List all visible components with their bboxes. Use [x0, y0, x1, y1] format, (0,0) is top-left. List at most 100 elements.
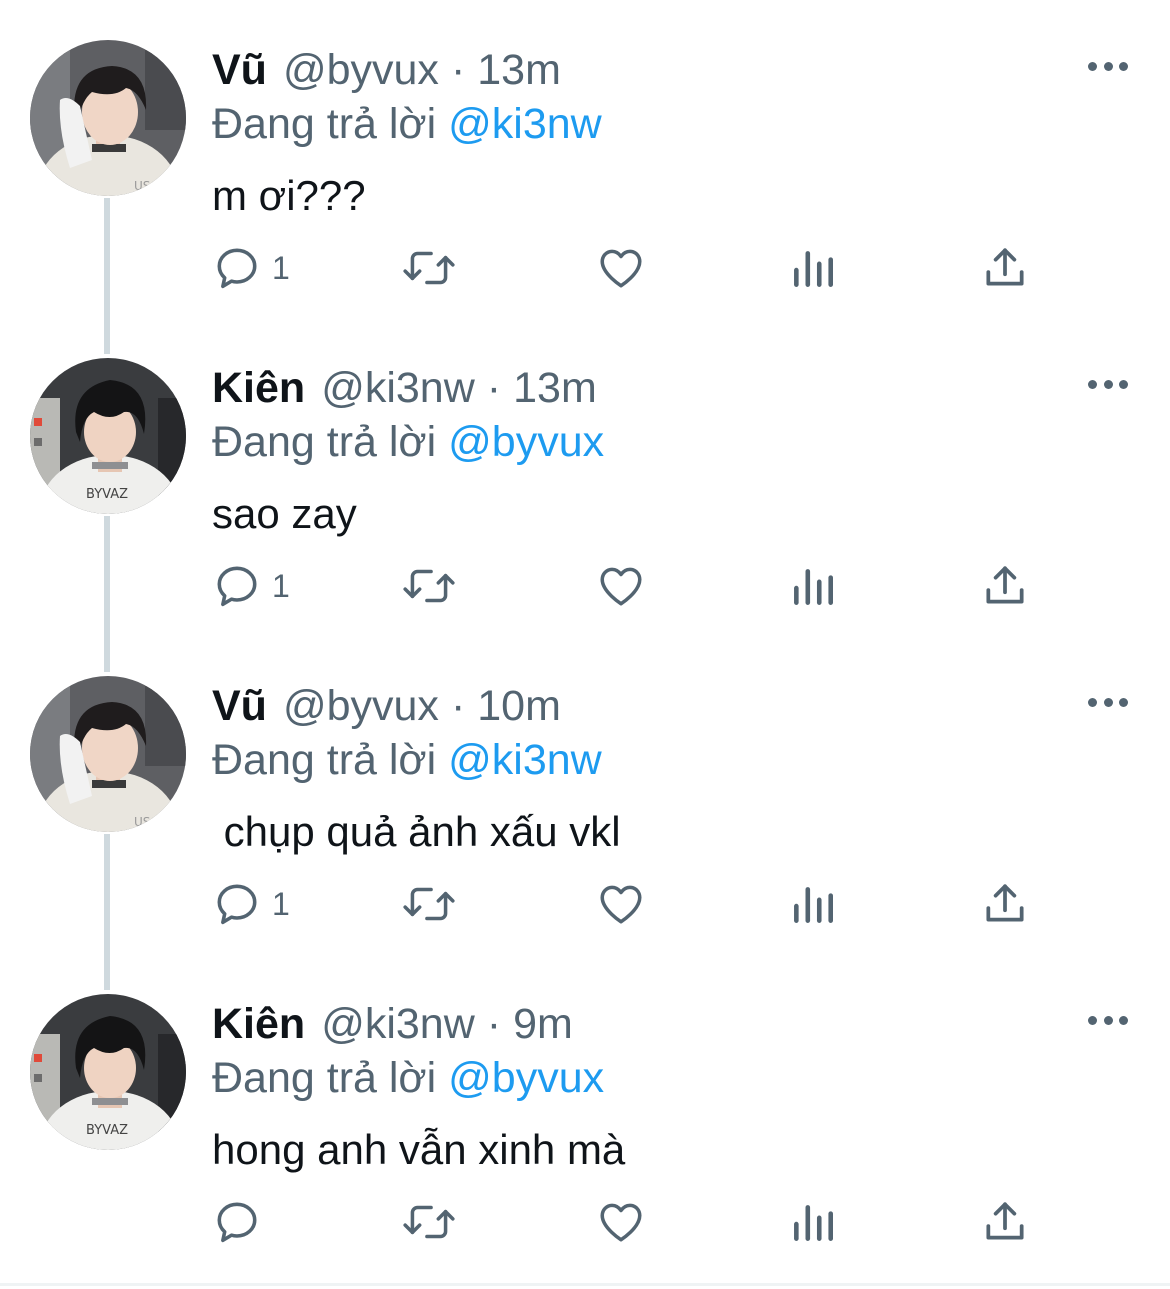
- replying-label: Đang trả lời: [212, 418, 437, 466]
- tweet-header: Kiên @ki3nw · 9m: [212, 998, 573, 1050]
- tweet[interactable]: USG Vũ @byvux · 13m Đang trả lời @ki3nw …: [0, 0, 1170, 318]
- action-bar: [0, 1192, 1170, 1252]
- tweet-thread: USG Vũ @byvux · 13m Đang trả lời @ki3nw …: [0, 0, 1170, 1289]
- divider: [0, 1283, 1170, 1286]
- views-button[interactable]: [790, 238, 836, 298]
- tweet[interactable]: BYVAZ Kiên @ki3nw · 13m Đang trả lời @by…: [0, 318, 1170, 636]
- avatar[interactable]: BYVAZ: [30, 994, 186, 1150]
- avatar[interactable]: USG: [30, 40, 186, 196]
- retweet-button[interactable]: [400, 1192, 458, 1252]
- more-icon[interactable]: [1088, 1012, 1128, 1028]
- mention-link[interactable]: @byvux: [448, 1054, 604, 1102]
- reply-count: 1: [272, 886, 290, 922]
- replying-to: Đang trả lời @byvux: [212, 416, 604, 468]
- share-icon: [986, 248, 1024, 286]
- reply-icon: [217, 1202, 257, 1243]
- tweet-header: Kiên @ki3nw · 13m: [212, 362, 597, 414]
- share-button[interactable]: [980, 556, 1030, 616]
- separator-dot: ·: [486, 1000, 502, 1048]
- retweet-icon: [403, 1205, 455, 1239]
- views-icon: [794, 569, 833, 605]
- tweet-text: sao zay: [212, 490, 357, 537]
- avatar[interactable]: BYVAZ: [30, 358, 186, 514]
- replying-label: Đang trả lời: [212, 1054, 437, 1102]
- replying-label: Đang trả lời: [212, 736, 437, 784]
- mention-link[interactable]: @ki3nw: [448, 100, 602, 148]
- share-button[interactable]: [980, 874, 1030, 934]
- tweet[interactable]: USG Vũ @byvux · 10m Đang trả lời @ki3nw …: [0, 636, 1170, 954]
- action-bar: 1: [0, 238, 1170, 298]
- retweet-button[interactable]: [400, 874, 458, 934]
- tweet[interactable]: BYVAZ Kiên @ki3nw · 9m Đang trả lời @byv…: [0, 954, 1170, 1272]
- tweet-text: m ơi???: [212, 172, 366, 219]
- mention-link[interactable]: @ki3nw: [448, 736, 602, 784]
- user-handle[interactable]: @ki3nw: [321, 998, 475, 1050]
- reply-icon: [217, 248, 257, 289]
- views-button[interactable]: [790, 556, 836, 616]
- like-button[interactable]: [596, 1192, 646, 1252]
- timestamp[interactable]: 10m: [477, 680, 561, 732]
- timestamp[interactable]: 13m: [477, 44, 561, 96]
- like-button[interactable]: [596, 238, 646, 298]
- retweet-button[interactable]: [400, 556, 458, 616]
- views-icon: [794, 1205, 833, 1241]
- views-button[interactable]: [790, 874, 836, 934]
- user-handle[interactable]: @byvux: [283, 680, 439, 732]
- vu-avatar: USG: [30, 40, 186, 196]
- replying-to: Đang trả lời @ki3nw: [212, 734, 602, 786]
- timestamp[interactable]: 13m: [513, 362, 597, 414]
- svg-text:BYVAZ: BYVAZ: [86, 487, 128, 502]
- mention-link[interactable]: @byvux: [448, 418, 604, 466]
- more-icon[interactable]: [1088, 694, 1128, 710]
- tweet-text: hong anh vẫn xinh mà: [212, 1126, 626, 1173]
- heart-icon: [600, 885, 642, 924]
- views-icon: [794, 251, 833, 287]
- share-icon: [986, 884, 1024, 922]
- retweet-icon: [403, 251, 455, 285]
- display-name[interactable]: Kiên: [212, 998, 305, 1050]
- more-icon[interactable]: [1088, 376, 1128, 392]
- separator-dot: ·: [450, 682, 466, 730]
- more-icon[interactable]: [1088, 58, 1128, 74]
- user-handle[interactable]: @ki3nw: [321, 362, 475, 414]
- display-name[interactable]: Vũ: [212, 44, 267, 96]
- display-name[interactable]: Kiên: [212, 362, 305, 414]
- display-name[interactable]: Vũ: [212, 680, 267, 732]
- like-button[interactable]: [596, 874, 646, 934]
- svg-text:USG: USG: [134, 179, 160, 193]
- share-icon: [986, 1202, 1024, 1240]
- avatar[interactable]: USG: [30, 676, 186, 832]
- reply-button[interactable]: [212, 1192, 272, 1252]
- tweet-text: chụp quả ảnh xấu vkl: [212, 808, 621, 855]
- replying-to: Đang trả lời @ki3nw: [212, 98, 602, 150]
- separator-dot: ·: [486, 364, 502, 412]
- share-button[interactable]: [980, 1192, 1030, 1252]
- reply-icon: [217, 566, 257, 607]
- reply-count: 1: [272, 250, 290, 286]
- reply-button[interactable]: 1: [212, 874, 290, 934]
- svg-text:BYVAZ: BYVAZ: [86, 1123, 128, 1138]
- action-bar: 1: [0, 874, 1170, 934]
- timestamp[interactable]: 9m: [513, 998, 573, 1050]
- reply-button[interactable]: 1: [212, 556, 290, 616]
- kien-avatar: BYVAZ: [30, 994, 186, 1150]
- retweet-button[interactable]: [400, 238, 458, 298]
- share-icon: [986, 566, 1024, 604]
- heart-icon: [600, 1203, 642, 1242]
- heart-icon: [600, 567, 642, 606]
- reply-button[interactable]: 1: [212, 238, 290, 298]
- svg-text:USG: USG: [134, 815, 160, 829]
- replying-label: Đang trả lời: [212, 100, 437, 148]
- retweet-icon: [403, 569, 455, 603]
- like-button[interactable]: [596, 556, 646, 616]
- replying-to: Đang trả lời @byvux: [212, 1052, 604, 1104]
- heart-icon: [600, 249, 642, 288]
- kien-avatar: BYVAZ: [30, 358, 186, 514]
- reply-icon: [217, 884, 257, 925]
- user-handle[interactable]: @byvux: [283, 44, 439, 96]
- tweet-header: Vũ @byvux · 13m: [212, 44, 561, 96]
- action-bar: 1: [0, 556, 1170, 616]
- vu-avatar: USG: [30, 676, 186, 832]
- share-button[interactable]: [980, 238, 1030, 298]
- views-button[interactable]: [790, 1192, 836, 1252]
